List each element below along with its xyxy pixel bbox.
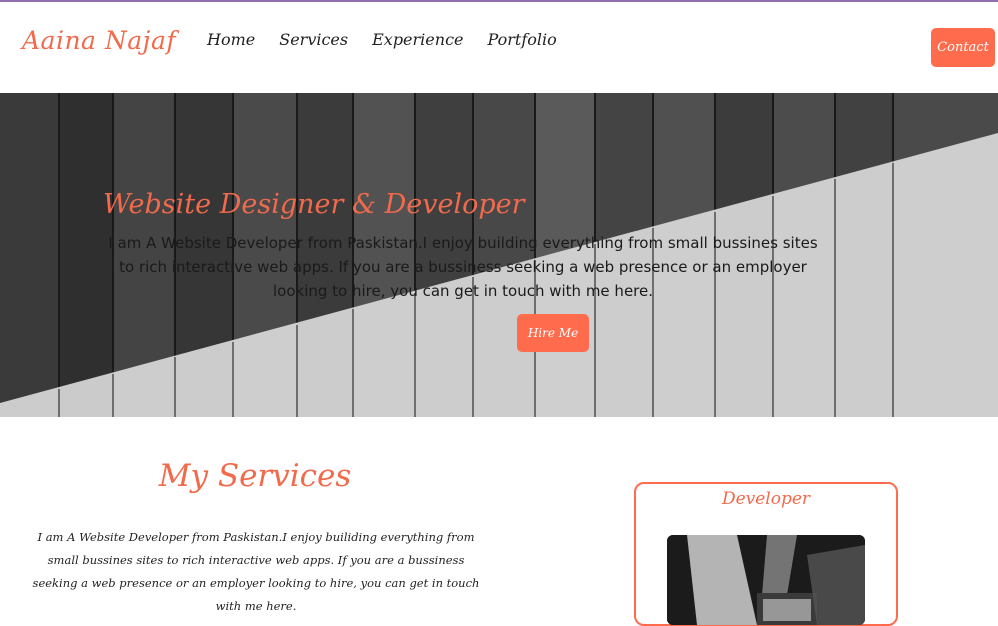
- nav-link-portfolio[interactable]: Portfolio: [488, 30, 557, 49]
- navbar: Aaina Najaf Home Services Experience Por…: [0, 2, 998, 93]
- hero-title: Website Designer & Developer: [103, 189, 525, 220]
- card-title: Developer: [721, 489, 811, 509]
- developer-card-image: [667, 535, 865, 625]
- nav-link-experience[interactable]: Experience: [372, 30, 463, 49]
- nav-link-home[interactable]: Home: [207, 30, 255, 49]
- contact-button[interactable]: Contact: [931, 28, 995, 67]
- nav-links: Home Services Experience Portfolio: [207, 30, 557, 49]
- developer-photo: [667, 535, 865, 625]
- hero-section: Website Designer & Developer I am A Webs…: [0, 93, 998, 417]
- services-description: I am A Website Developer from Paskistan.…: [32, 530, 480, 613]
- hero-description: I am A Website Developer from Paskistan.…: [108, 234, 818, 300]
- brand-logo[interactable]: Aaina Najaf: [22, 26, 176, 55]
- nav-link-services[interactable]: Services: [279, 30, 348, 49]
- developer-card[interactable]: Developer: [634, 482, 898, 626]
- hire-me-button[interactable]: Hire Me: [517, 314, 589, 352]
- services-title: My Services: [158, 458, 352, 494]
